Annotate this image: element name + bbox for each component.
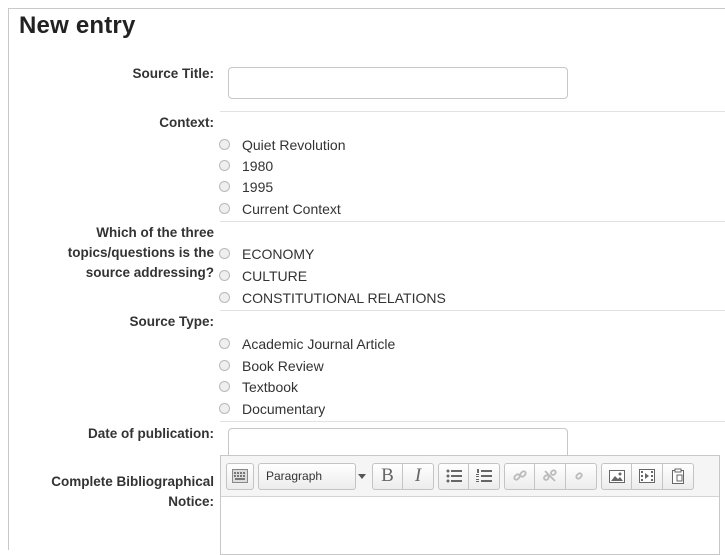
radio-button[interactable] bbox=[219, 203, 230, 214]
source-title-input[interactable] bbox=[228, 67, 568, 99]
editor-toolbar: Paragraph B I bbox=[221, 456, 719, 497]
page-title: New entry bbox=[19, 12, 136, 39]
chevron-down-icon bbox=[358, 473, 366, 479]
media-icon[interactable] bbox=[632, 462, 663, 490]
bibliography-label: Complete Bibliographical Notice: bbox=[51, 474, 214, 509]
divider bbox=[220, 310, 725, 311]
divider bbox=[220, 111, 725, 112]
image-icon[interactable] bbox=[601, 462, 632, 490]
date-label: Date of publication: bbox=[88, 426, 214, 441]
divider bbox=[220, 221, 725, 222]
topics-label: Which of the three topics/questions is t… bbox=[67, 225, 214, 280]
topic-option[interactable]: CULTURE bbox=[219, 265, 307, 286]
source-type-label: Source Type: bbox=[129, 314, 214, 329]
radio-button[interactable] bbox=[219, 139, 230, 150]
rich-text-editor[interactable]: Paragraph B I bbox=[220, 455, 720, 555]
divider bbox=[220, 421, 725, 422]
radio-button[interactable] bbox=[219, 160, 230, 171]
keyboard-icon[interactable] bbox=[226, 462, 254, 490]
radio-button[interactable] bbox=[219, 381, 230, 392]
context-label: Context: bbox=[159, 115, 214, 130]
bold-icon[interactable]: B bbox=[372, 462, 403, 490]
source-type-option[interactable]: Academic Journal Article bbox=[219, 333, 395, 354]
topic-option[interactable]: ECONOMY bbox=[219, 243, 314, 264]
numbered-list-icon[interactable] bbox=[469, 462, 500, 490]
source-type-option[interactable]: Documentary bbox=[219, 398, 325, 419]
unlink-icon[interactable] bbox=[535, 462, 566, 490]
context-option[interactable]: Quiet Revolution bbox=[219, 134, 346, 155]
context-option[interactable]: Current Context bbox=[219, 198, 341, 219]
radio-button[interactable] bbox=[219, 338, 230, 349]
paragraph-format-select[interactable]: Paragraph bbox=[258, 462, 356, 490]
bullet-list-icon[interactable] bbox=[438, 462, 469, 490]
anchor-icon[interactable] bbox=[566, 462, 597, 490]
paste-icon[interactable] bbox=[663, 462, 694, 490]
source-type-option[interactable]: Textbook bbox=[219, 376, 298, 397]
radio-button[interactable] bbox=[219, 270, 230, 281]
topic-option[interactable]: CONSTITUTIONAL RELATIONS bbox=[219, 287, 446, 308]
radio-button[interactable] bbox=[219, 292, 230, 303]
source-type-option[interactable]: Book Review bbox=[219, 355, 324, 376]
radio-button[interactable] bbox=[219, 181, 230, 192]
source-title-label: Source Title: bbox=[132, 66, 214, 81]
context-option[interactable]: 1995 bbox=[219, 176, 273, 197]
radio-button[interactable] bbox=[219, 248, 230, 259]
context-option[interactable]: 1980 bbox=[219, 155, 273, 176]
italic-icon[interactable]: I bbox=[403, 462, 434, 490]
link-icon[interactable] bbox=[504, 462, 535, 490]
radio-button[interactable] bbox=[219, 403, 230, 414]
radio-button[interactable] bbox=[219, 360, 230, 371]
